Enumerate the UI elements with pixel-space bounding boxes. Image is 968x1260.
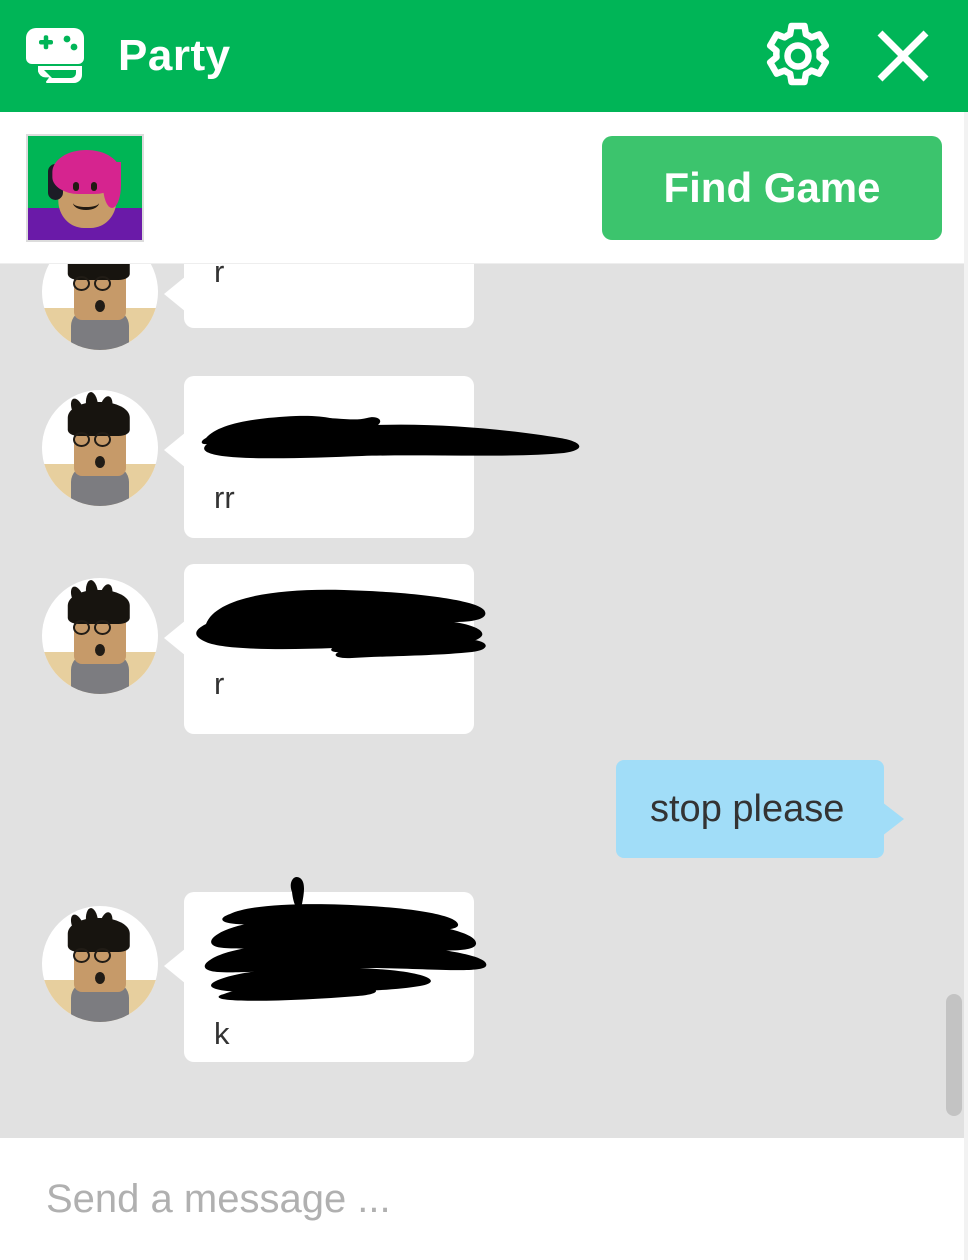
list-item: k bbox=[0, 876, 968, 1062]
list-item: stop please bbox=[0, 760, 968, 858]
close-icon[interactable] bbox=[872, 25, 934, 87]
list-item: rr bbox=[0, 376, 968, 538]
avatar-hair-side bbox=[103, 161, 121, 208]
avatar-glasses-right bbox=[94, 432, 111, 447]
avatar-glasses-left bbox=[73, 620, 90, 635]
page-title: Party bbox=[118, 31, 231, 80]
message-bubble-incoming: r bbox=[164, 564, 474, 734]
message-text: rr bbox=[214, 480, 235, 515]
window-header: Party bbox=[0, 0, 968, 112]
scrollbar[interactable] bbox=[946, 264, 962, 1138]
message-avatar[interactable] bbox=[42, 578, 158, 694]
party-chat-window: Party Find Game r rr r stop please k Sen… bbox=[0, 0, 968, 1260]
message-input[interactable] bbox=[46, 1176, 922, 1222]
avatar-eye-left bbox=[73, 181, 79, 191]
avatar-glasses-left bbox=[73, 948, 90, 963]
header-left-group: Party bbox=[22, 26, 231, 86]
avatar-glasses-left bbox=[73, 276, 90, 291]
message-bubble-incoming: r bbox=[164, 264, 474, 328]
avatar-hair bbox=[67, 590, 130, 624]
avatar-glasses-right bbox=[94, 620, 111, 635]
message-text: stop please bbox=[650, 788, 845, 830]
avatar-smile bbox=[73, 196, 99, 210]
game-controller-chat-icon bbox=[22, 26, 96, 86]
avatar-mouth bbox=[95, 972, 105, 984]
avatar-glasses-right bbox=[94, 948, 111, 963]
message-bubble-wrap: r bbox=[164, 564, 486, 734]
list-item: r bbox=[0, 264, 968, 350]
message-avatar[interactable] bbox=[42, 264, 158, 350]
message-bubble-incoming: k bbox=[164, 892, 474, 1062]
message-bubble-wrap: rr bbox=[164, 376, 580, 538]
message-avatar[interactable] bbox=[42, 906, 158, 1022]
message-bubble-wrap: k bbox=[164, 876, 487, 1062]
message-composer bbox=[0, 1138, 968, 1260]
message-bubble-wrap: r bbox=[164, 264, 474, 328]
window-right-edge bbox=[964, 112, 968, 1260]
header-actions bbox=[762, 20, 940, 92]
avatar[interactable] bbox=[26, 133, 144, 242]
chat-message-list[interactable]: r rr r stop please k bbox=[0, 264, 968, 1138]
message-bubble-outgoing: stop please bbox=[616, 760, 904, 858]
gear-icon[interactable] bbox=[762, 20, 834, 92]
message-text: k bbox=[214, 1016, 230, 1051]
list-item: r bbox=[0, 564, 968, 734]
avatar-glasses-left bbox=[73, 432, 90, 447]
message-avatar[interactable] bbox=[42, 390, 158, 506]
scrollbar-thumb[interactable] bbox=[946, 994, 962, 1116]
message-text: r bbox=[214, 264, 225, 289]
find-game-button[interactable]: Find Game bbox=[602, 135, 942, 240]
message-text: r bbox=[214, 666, 225, 701]
chat-scroll-container: r rr r stop please k bbox=[0, 264, 968, 1138]
avatar-hair bbox=[67, 402, 130, 436]
avatar-glasses-right bbox=[94, 276, 111, 291]
party-subheader: Find Game bbox=[0, 112, 968, 264]
avatar-hair bbox=[67, 918, 130, 952]
avatar-mouth bbox=[95, 300, 105, 312]
avatar-mouth bbox=[95, 456, 105, 468]
message-bubble-incoming: rr bbox=[164, 376, 474, 538]
avatar-mouth bbox=[95, 644, 105, 656]
avatar-eye-right bbox=[91, 181, 97, 191]
